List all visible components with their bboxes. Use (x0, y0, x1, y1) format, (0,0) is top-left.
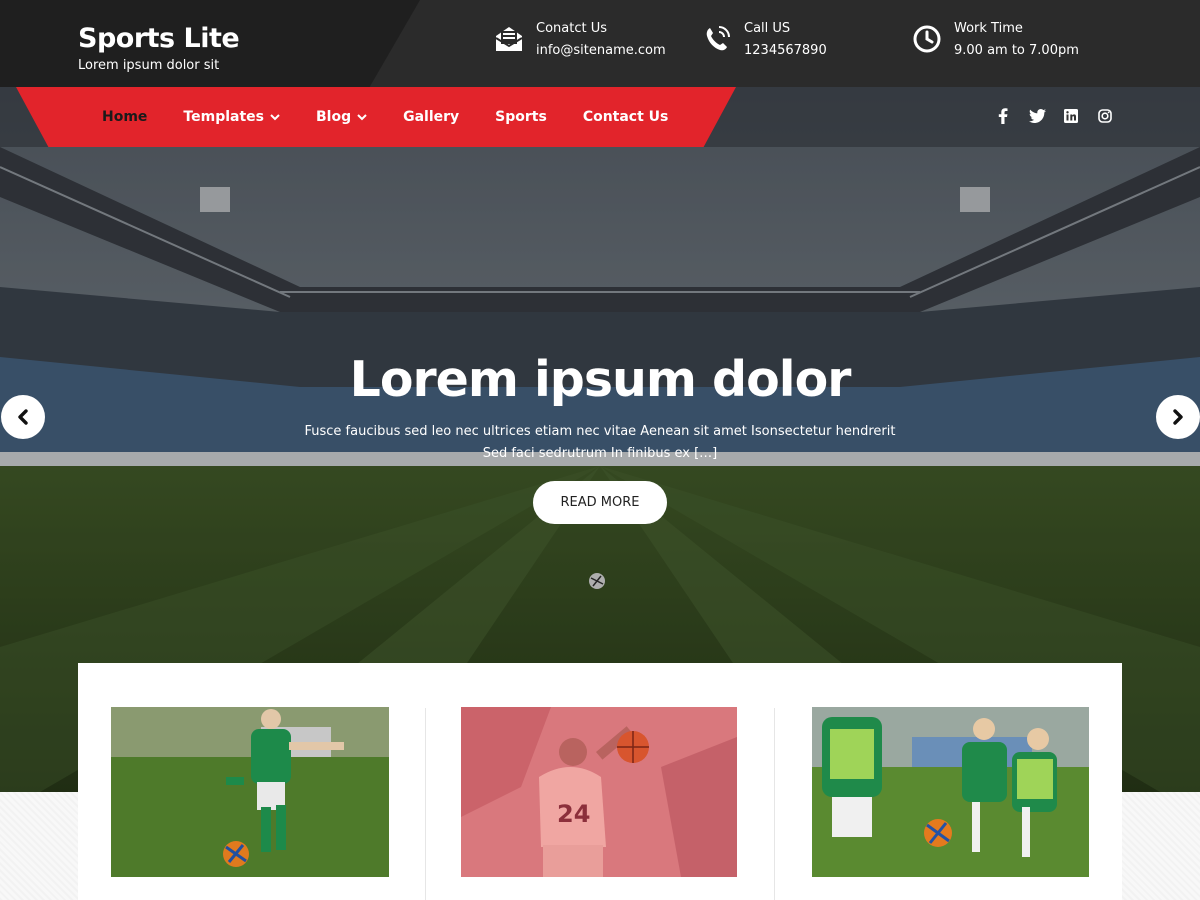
svg-text:24: 24 (557, 800, 590, 828)
main-menu: Home Templates Blog Gallery Sports Conta… (102, 87, 704, 147)
read-more-button[interactable]: READ MORE (533, 481, 667, 524)
envelope-open-icon (495, 27, 523, 51)
contact-label: Conatct Us (536, 21, 607, 36)
slider-next-button[interactable] (1156, 395, 1200, 439)
linkedin-icon[interactable] (1062, 107, 1080, 125)
contact-email[interactable]: info@sitename.com (536, 40, 666, 62)
nav-item-sports[interactable]: Sports (495, 109, 547, 125)
nav-item-templates[interactable]: Templates (183, 109, 280, 125)
instagram-icon[interactable] (1096, 107, 1114, 125)
site-branding: Sports Lite Lorem ipsum dolor sit (78, 22, 240, 75)
phone-number[interactable]: 1234567890 (744, 40, 827, 62)
site-tagline: Lorem ipsum dolor sit (78, 58, 220, 73)
site-title[interactable]: Sports Lite (78, 22, 240, 56)
post-card-image[interactable] (111, 707, 389, 877)
phone-icon (706, 26, 730, 51)
nav-label: Sports (495, 109, 547, 125)
social-links (994, 107, 1130, 125)
nav-label: Templates (183, 109, 264, 125)
work-time-label: Work Time (954, 21, 1023, 36)
nav-label: Blog (315, 109, 352, 125)
nav-item-blog[interactable]: Blog (316, 109, 367, 125)
basketball-player-image: 24 (461, 707, 737, 877)
nav-item-home[interactable]: Home (102, 109, 147, 125)
nav-label: Home (102, 109, 148, 125)
call-label: Call US (744, 21, 791, 36)
nav-item-gallery[interactable]: Gallery (403, 109, 459, 125)
nav-label: Contact Us (582, 109, 669, 125)
nav-item-contact-us[interactable]: Contact Us (583, 109, 669, 125)
work-time-info: Work Time 9.00 am to 7.00pm (912, 18, 1079, 62)
post-card-image[interactable] (812, 707, 1089, 877)
chevron-down-icon (270, 114, 280, 121)
featured-posts: 24 (78, 663, 1122, 900)
clock-icon (913, 25, 941, 53)
chevron-right-icon (1173, 409, 1183, 425)
post-card-image[interactable]: 24 (461, 707, 737, 877)
facebook-icon[interactable] (994, 107, 1012, 125)
hero-description: Fusce faucibus sed leo nec ultrices etia… (304, 424, 896, 461)
kid-kicking-ball-image (111, 707, 389, 877)
contact-phone-info: Call US 1234567890 (702, 18, 827, 62)
work-time-value: 9.00 am to 7.00pm (954, 43, 1079, 58)
card-divider (774, 708, 775, 900)
chevron-left-icon (18, 409, 28, 425)
contact-email-info: Conatct Us info@sitename.com (494, 18, 666, 62)
kids-playing-soccer-image (812, 707, 1089, 877)
hero-title: Lorem ipsum dolor (349, 351, 852, 408)
chevron-down-icon (357, 114, 367, 121)
card-divider (425, 708, 426, 900)
twitter-icon[interactable] (1028, 107, 1046, 125)
nav-label: Gallery (403, 109, 460, 125)
slider-prev-button[interactable] (1, 395, 45, 439)
